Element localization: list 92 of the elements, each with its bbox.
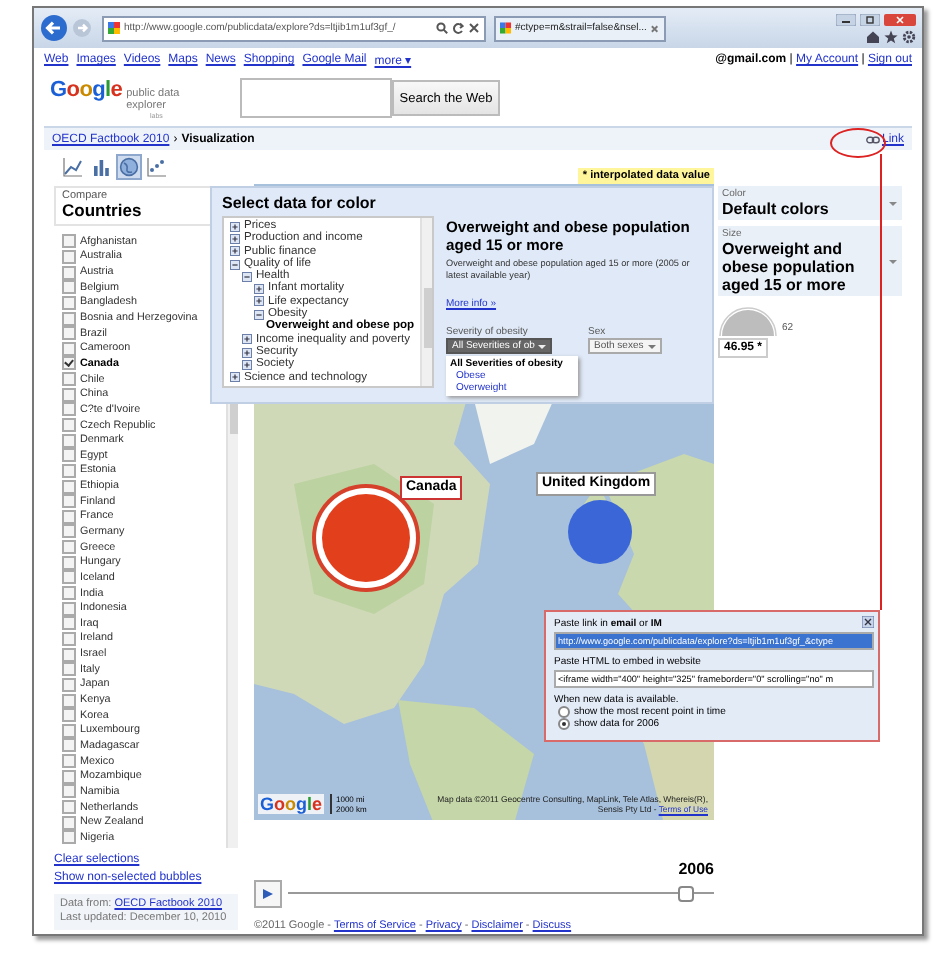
checkbox[interactable] (62, 738, 76, 753)
close-button[interactable] (884, 13, 916, 25)
line-chart-icon[interactable] (60, 154, 86, 180)
caret-icon (888, 199, 898, 207)
forward-button[interactable] (72, 18, 92, 38)
star-icon[interactable] (884, 29, 898, 43)
play-button[interactable] (254, 880, 282, 908)
checkbox[interactable] (62, 616, 76, 631)
scrollbar[interactable] (420, 218, 432, 386)
checkbox[interactable] (62, 586, 76, 601)
checkbox[interactable] (62, 693, 76, 708)
search-field[interactable] (240, 78, 392, 118)
link-icon (865, 135, 880, 143)
checkbox[interactable] (62, 631, 76, 646)
checkbox[interactable] (62, 524, 76, 539)
play-icon (262, 888, 274, 900)
expand-icon[interactable] (242, 334, 252, 345)
checkbox[interactable] (62, 601, 76, 616)
dropdown-value: Default colors (722, 200, 831, 218)
maximize-button[interactable] (860, 13, 880, 25)
checkbox[interactable] (62, 234, 76, 249)
expand-icon[interactable] (230, 372, 240, 383)
globe-icon[interactable] (116, 154, 142, 180)
checkbox[interactable] (62, 372, 76, 387)
checkbox[interactable] (62, 800, 76, 815)
checkbox[interactable] (62, 784, 76, 799)
checkbox[interactable] (62, 570, 76, 585)
checkbox[interactable] (62, 723, 76, 738)
checkbox[interactable] (62, 311, 76, 326)
colored-squares-icon (500, 22, 512, 34)
checkbox[interactable] (62, 463, 76, 478)
refresh-icon[interactable] (452, 22, 464, 34)
slider-handle[interactable] (678, 886, 695, 902)
semicircle-icon (718, 302, 778, 338)
collapse-icon[interactable] (254, 309, 264, 320)
radio-button[interactable] (558, 718, 570, 730)
checkbox[interactable] (62, 433, 76, 448)
checkbox[interactable] (62, 402, 76, 417)
google-logo: Google (258, 794, 325, 814)
close-icon[interactable] (862, 616, 874, 628)
checkbox[interactable] (62, 647, 76, 662)
expand-icon[interactable] (242, 347, 252, 358)
caret-icon (538, 343, 547, 349)
checkbox[interactable] (62, 509, 76, 524)
caret-icon (647, 343, 656, 349)
radio-button[interactable] (558, 706, 570, 718)
back-button[interactable] (40, 14, 68, 42)
checkbox[interactable] (62, 754, 76, 769)
collapse-icon[interactable] (242, 271, 252, 282)
year-label: 2006 (678, 860, 714, 878)
expand-icon[interactable] (254, 296, 264, 307)
checkbox[interactable] (62, 815, 76, 830)
close-icon[interactable] (468, 22, 480, 34)
scatter-chart-icon[interactable] (144, 154, 170, 180)
google-logo: Google (50, 77, 123, 101)
checkbox[interactable] (62, 677, 76, 692)
checkbox[interactable] (62, 341, 76, 356)
checkbox[interactable] (62, 830, 76, 845)
checkbox[interactable] (62, 280, 76, 295)
minimize-button[interactable] (836, 13, 856, 25)
expand-icon[interactable] (230, 233, 240, 244)
expand-icon[interactable] (230, 221, 240, 232)
expand-icon[interactable] (230, 246, 240, 257)
bar-chart-icon[interactable] (88, 154, 114, 180)
expand-icon[interactable] (254, 284, 264, 295)
expand-icon[interactable] (242, 359, 252, 370)
colored-squares-icon (108, 22, 120, 34)
checkbox[interactable] (62, 326, 76, 341)
checkbox[interactable] (62, 479, 76, 494)
checkbox[interactable] (62, 448, 76, 463)
collapse-icon[interactable] (230, 259, 240, 270)
checkbox[interactable] (62, 540, 76, 555)
checkbox[interactable] (62, 555, 76, 570)
checkbox[interactable] (62, 769, 76, 784)
dropdown-value: Overweight and obese population aged 15 or more (722, 240, 857, 294)
picker-title: Select data for color (220, 192, 378, 216)
checkbox[interactable] (62, 249, 76, 264)
close-icon[interactable] (650, 23, 660, 33)
home-icon[interactable] (866, 29, 880, 43)
bubble[interactable] (322, 494, 410, 582)
checkbox[interactable] (62, 356, 76, 371)
checkbox[interactable] (62, 662, 76, 677)
annotation-circle (830, 128, 886, 158)
caret-icon (888, 257, 898, 265)
checkbox[interactable] (62, 494, 76, 509)
checkbox[interactable] (62, 708, 76, 723)
checkbox[interactable] (62, 295, 76, 310)
search-icon[interactable] (436, 22, 448, 34)
checkbox[interactable] (62, 418, 76, 432)
checkbox[interactable] (62, 387, 76, 402)
settings-icon[interactable] (902, 29, 916, 43)
checkbox[interactable] (62, 265, 76, 280)
